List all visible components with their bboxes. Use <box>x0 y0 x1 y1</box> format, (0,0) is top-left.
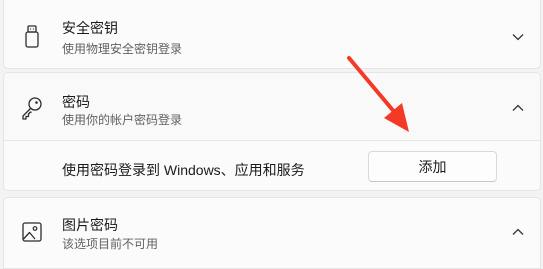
chevron-up-icon[interactable] <box>511 225 525 239</box>
security-key-title: 安全密钥 <box>62 20 118 36</box>
security-key-card[interactable]: 安全密钥 使用物理安全密钥登录 <box>3 0 541 69</box>
add-button[interactable]: 添加 <box>368 151 497 182</box>
key-icon <box>18 94 46 122</box>
password-title: 密码 <box>62 94 90 110</box>
password-subtitle: 使用你的帐户密码登录 <box>62 113 183 127</box>
security-key-subtitle: 使用物理安全密钥登录 <box>62 42 183 56</box>
picture-password-title: 图片密码 <box>62 217 118 233</box>
password-card: 密码 使用你的帐户密码登录 使用密码登录到 Windows、应用和服务 添加 <box>3 72 541 191</box>
picture-icon <box>18 218 46 246</box>
chevron-down-icon[interactable] <box>511 30 525 44</box>
usb-key-icon <box>18 23 46 51</box>
picture-password-card[interactable]: 图片密码 该选项目前不可用 <box>3 197 541 269</box>
password-header[interactable]: 密码 使用你的帐户密码登录 <box>4 73 540 141</box>
password-signin-label: 使用密码登录到 Windows、应用和服务 <box>62 162 305 178</box>
picture-password-subtitle: 该选项目前不可用 <box>62 237 159 251</box>
chevron-up-icon[interactable] <box>511 101 525 115</box>
